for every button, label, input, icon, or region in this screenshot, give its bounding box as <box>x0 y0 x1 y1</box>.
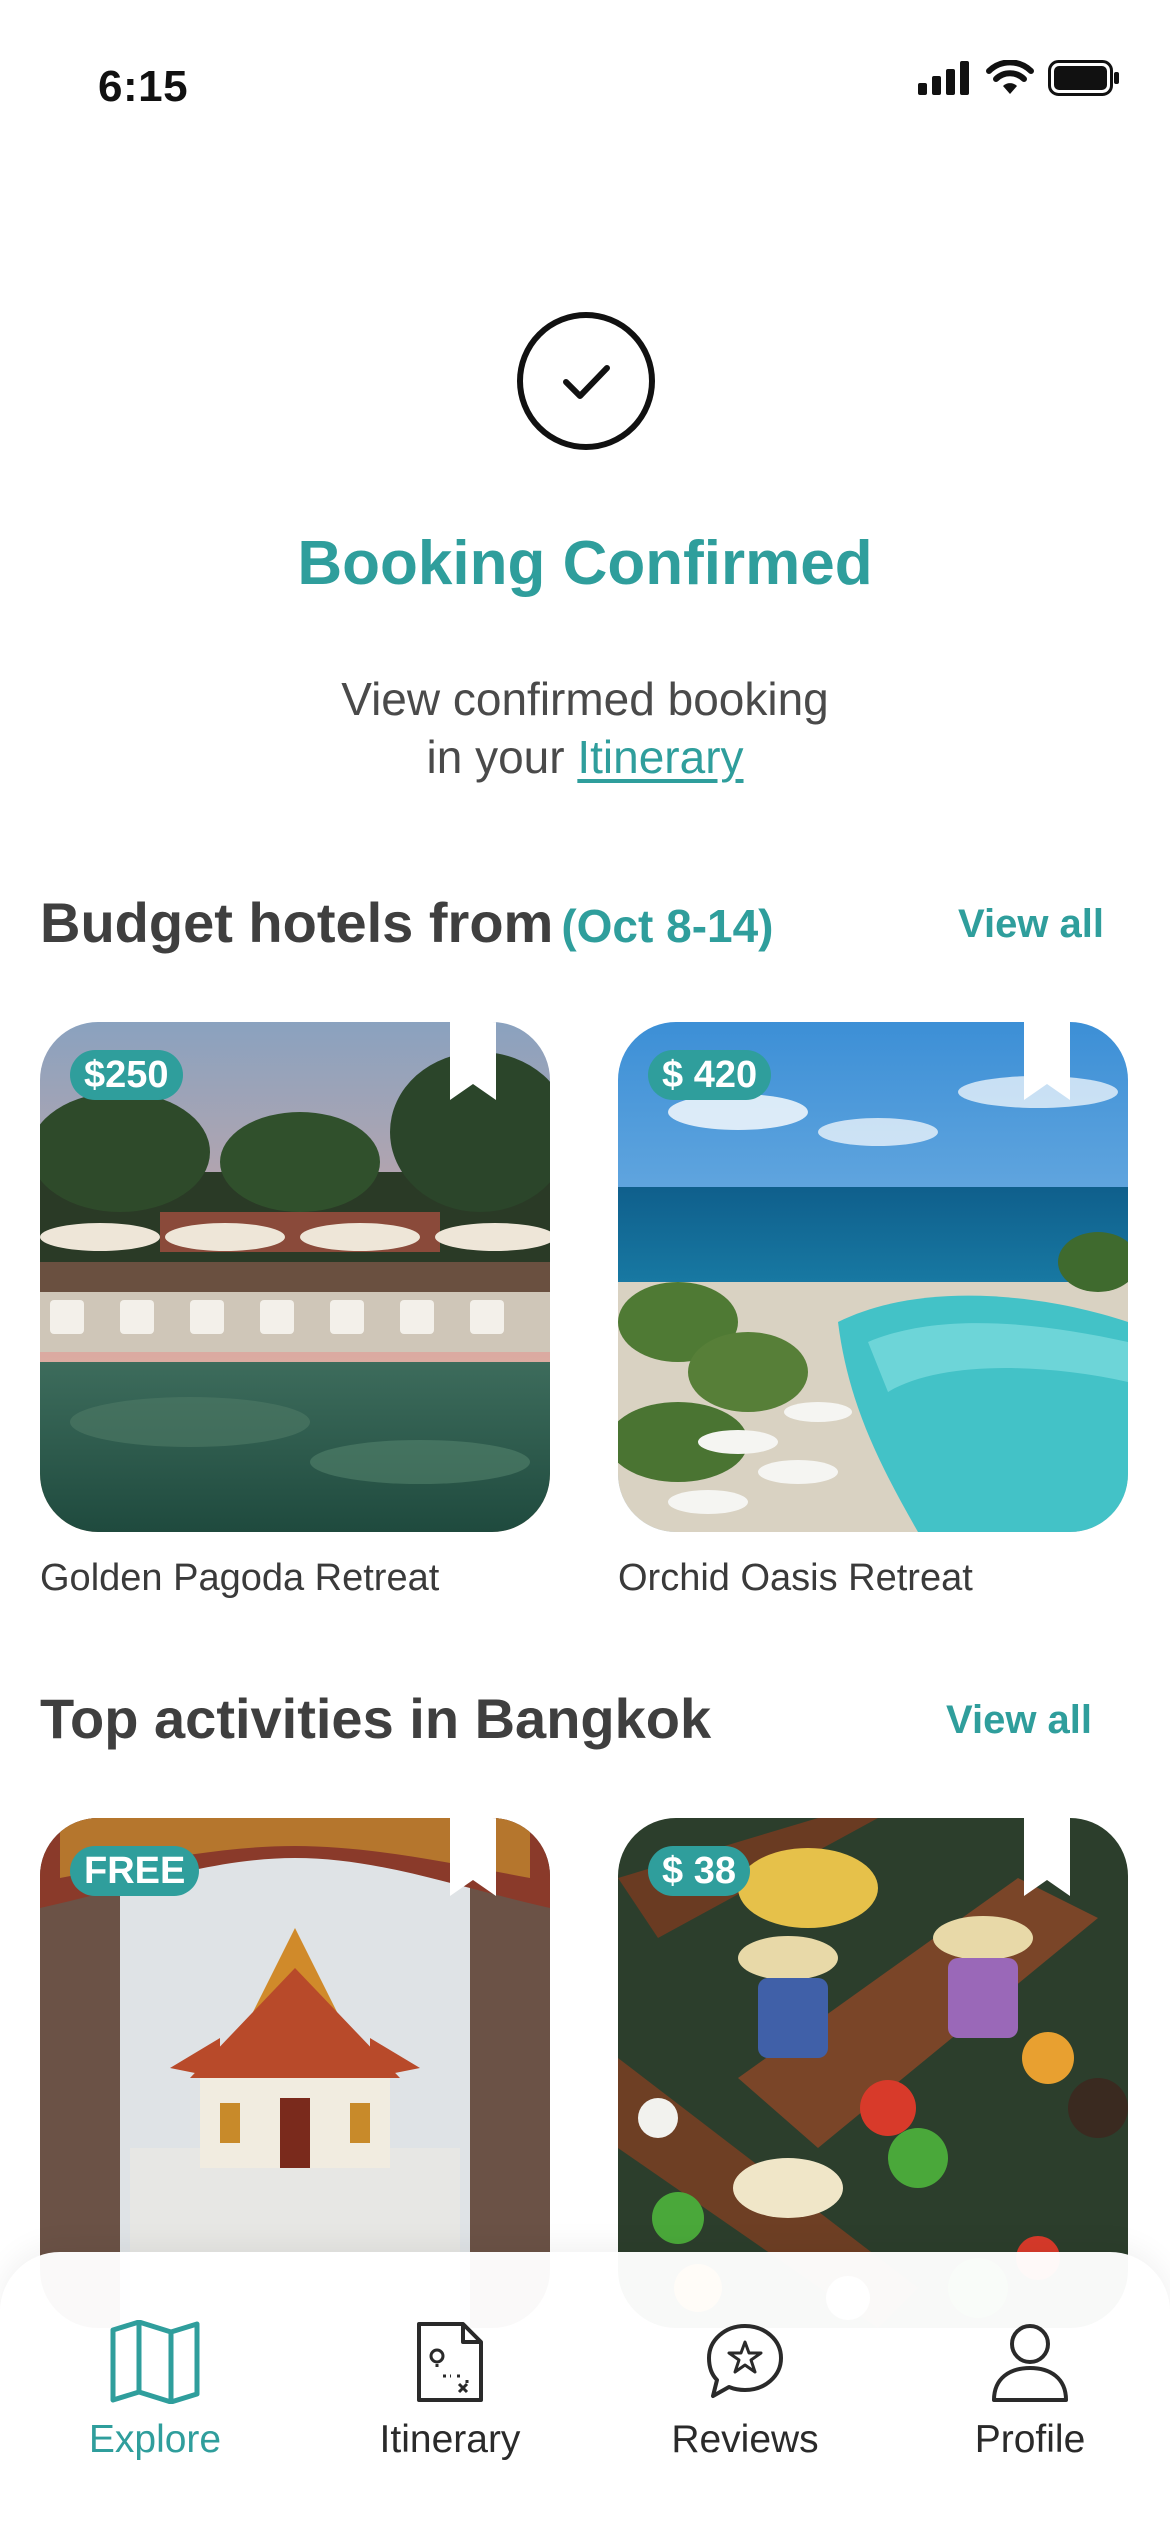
hotels-section-title: Budget hotels from (Oct 8-14) <box>40 890 774 955</box>
checkmark-circle-icon <box>517 312 655 450</box>
confirmation-subtitle: View confirmed booking in your Itinerary <box>0 670 1170 786</box>
itinerary-doc-icon <box>417 2322 483 2402</box>
status-icons <box>918 60 1120 96</box>
profile-user-icon <box>992 2324 1068 2402</box>
bookmark-icon[interactable] <box>1024 1022 1070 1100</box>
bookmark-icon[interactable] <box>450 1022 496 1100</box>
hotels-title-text: Budget hotels from <box>40 891 554 954</box>
bookmark-icon[interactable] <box>1024 1818 1070 1896</box>
price-badge: FREE <box>70 1846 200 1896</box>
price-badge: $ 38 <box>648 1846 750 1896</box>
tab-itinerary[interactable]: Itinerary <box>350 2320 550 2462</box>
price-badge: $250 <box>70 1050 183 1100</box>
tab-reviews[interactable]: Reviews <box>645 2320 845 2462</box>
price-badge: $ 420 <box>648 1050 772 1100</box>
hotel-name[interactable]: Golden Pagoda Retreat <box>40 1557 439 1600</box>
bookmark-icon[interactable] <box>450 1818 496 1896</box>
battery-icon <box>1048 60 1119 96</box>
status-time: 6:15 <box>98 62 189 111</box>
confirmation-subtitle-line1: View confirmed booking <box>341 673 829 725</box>
reviews-star-bubble-icon <box>707 2324 783 2398</box>
tab-profile[interactable]: Profile <box>930 2320 1130 2462</box>
tab-label-explore: Explore <box>88 2418 222 2461</box>
wifi-icon <box>986 60 1034 94</box>
confirmation-subtitle-line2: in your Itinerary <box>0 728 1170 786</box>
status-bar: 6:15 <box>0 0 1170 150</box>
hotels-view-all-link[interactable]: View all <box>958 902 1104 947</box>
hotel-card-orchid-oasis[interactable]: $ 420 <box>618 1022 1128 1532</box>
tab-label-profile: Profile <box>974 2418 1086 2461</box>
tab-label-itinerary: Itinerary <box>379 2418 521 2461</box>
tab-explore[interactable]: Explore <box>55 2320 255 2462</box>
hotels-dates: (Oct 8-14) <box>561 900 774 952</box>
bottom-tab-bar: Explore Itinerary Reviews Profile <box>0 2252 1170 2532</box>
confirmation-subtitle-prefix: in your <box>426 731 565 783</box>
hotel-card-golden-pagoda[interactable]: $250 <box>40 1022 550 1532</box>
booking-confirmed-title: Booking Confirmed <box>297 529 873 598</box>
activities-view-all-link[interactable]: View all <box>946 1698 1092 1743</box>
tab-label-reviews: Reviews <box>671 2418 819 2461</box>
signal-icon <box>918 61 969 95</box>
activities-section-title: Top activities in Bangkok <box>40 1687 712 1750</box>
hotel-name[interactable]: Orchid Oasis Retreat <box>618 1557 973 1600</box>
itinerary-link[interactable]: Itinerary <box>577 731 743 783</box>
map-icon <box>110 2320 200 2404</box>
